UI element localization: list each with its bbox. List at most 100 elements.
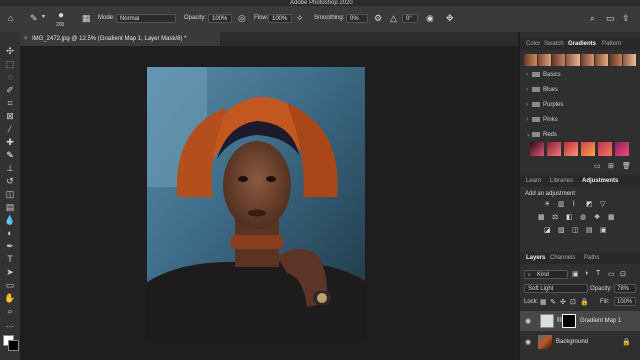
threshold-icon[interactable]: ◫ — [572, 226, 579, 234]
filter-adjustment-icon[interactable]: ◑ — [584, 270, 588, 277]
flow-field[interactable]: 100% — [268, 14, 292, 23]
color-lookup-icon[interactable]: ▦ — [608, 213, 615, 221]
tab-swatch[interactable]: Swatch — [544, 38, 564, 50]
blur-tool-icon[interactable]: 💧 — [4, 215, 16, 225]
home-icon[interactable]: ⌂ — [8, 14, 13, 23]
hue-saturation-icon[interactable]: ▦ — [538, 213, 545, 221]
background-color-swatch[interactable] — [8, 340, 19, 351]
gradient-swatch[interactable] — [581, 142, 595, 156]
selective-color-icon[interactable]: ▣ — [600, 226, 607, 234]
gradient-folder-blues[interactable]: › Blues — [526, 87, 558, 93]
vibrance-icon[interactable]: ▽ — [600, 200, 605, 208]
channel-mixer-icon[interactable]: ❖ — [594, 213, 600, 221]
fill-field[interactable]: 100% — [614, 297, 636, 306]
angle-icon[interactable]: △ — [390, 14, 397, 23]
lock-position-icon[interactable]: ✣ — [560, 298, 566, 306]
gradient-swatch[interactable] — [538, 54, 552, 66]
tab-libraries[interactable]: Libraries — [550, 175, 573, 187]
posterize-icon[interactable]: ▨ — [558, 226, 565, 234]
clone-stamp-tool-icon[interactable]: ⊥ — [4, 163, 16, 173]
gradient-folder-reds[interactable]: ⌄ Reds — [526, 131, 557, 138]
history-brush-tool-icon[interactable]: ↺ — [4, 176, 16, 186]
brush-preset-icon[interactable]: ✎ — [30, 14, 38, 23]
levels-icon[interactable]: ▥ — [558, 200, 565, 208]
opacity-field[interactable]: 100% — [208, 14, 232, 23]
trash-icon[interactable]: 🗑 — [622, 162, 631, 170]
healing-tool-icon[interactable]: ✚ — [4, 137, 16, 147]
quick-select-tool-icon[interactable]: ✐ — [4, 85, 16, 95]
gradient-swatch[interactable] — [615, 142, 629, 156]
pressure-opacity-icon[interactable]: ◎ — [238, 14, 246, 23]
gradient-swatch[interactable] — [552, 54, 566, 66]
tab-pattern[interactable]: Pattern — [602, 38, 621, 50]
brightness-contrast-icon[interactable]: ☀ — [544, 200, 550, 208]
layer-row-gradient-map[interactable]: ◉ ⛓ Gradient Map 1 — [520, 311, 640, 331]
lasso-tool-icon[interactable]: ◌ — [4, 72, 16, 82]
workspace-icon[interactable]: ▭ — [606, 14, 615, 23]
gradient-map-icon[interactable]: ▤ — [586, 226, 593, 234]
layer-filter-select[interactable]: ⌕ Kind — [524, 270, 568, 279]
symmetry-icon[interactable]: ✥ — [446, 14, 454, 23]
brush-tip-icon[interactable]: ● — [58, 11, 64, 21]
tab-learn[interactable]: Learn — [526, 175, 541, 187]
eyedropper-tool-icon[interactable]: ⁄ — [4, 124, 16, 134]
filter-shape-icon[interactable]: ▭ — [608, 270, 615, 278]
color-balance-icon[interactable]: ⚖ — [552, 213, 558, 221]
layer-row-background[interactable]: ◉ Background 🔒 — [520, 332, 640, 352]
filter-type-icon[interactable]: T — [596, 270, 600, 277]
layer-opacity-field[interactable]: 78% — [614, 284, 636, 293]
visibility-eye-icon[interactable]: ◉ — [525, 317, 531, 325]
search-icon[interactable]: ⌕ — [590, 14, 595, 23]
gradient-swatch[interactable] — [564, 142, 578, 156]
chevron-down-icon[interactable]: ▾ — [42, 14, 45, 20]
layer-mask-thumbnail[interactable] — [562, 314, 576, 328]
lock-pixels-icon[interactable]: ✎ — [550, 298, 556, 306]
marquee-tool-icon[interactable]: ⬚ — [4, 59, 16, 69]
angle-field[interactable]: 0° — [402, 14, 418, 23]
brush-tool-icon[interactable]: ✎ — [4, 150, 16, 160]
gradient-tool-icon[interactable]: ▤ — [4, 202, 16, 212]
zoom-tool-icon[interactable]: ⌕ — [4, 306, 16, 316]
visibility-eye-icon[interactable]: ◉ — [525, 338, 531, 346]
gradient-swatch[interactable] — [622, 54, 636, 66]
filter-pixel-icon[interactable]: ▣ — [572, 270, 579, 278]
filter-smart-icon[interactable]: ⊡ — [620, 270, 626, 278]
gradient-swatch[interactable] — [547, 142, 561, 156]
tab-adjustments[interactable]: Adjustments — [582, 175, 618, 187]
tab-gradients[interactable]: Gradients — [568, 38, 596, 50]
move-tool-icon[interactable]: ✣ — [4, 46, 16, 56]
black-white-icon[interactable]: ◧ — [566, 213, 573, 221]
document-image[interactable] — [147, 67, 365, 340]
path-select-tool-icon[interactable]: ➤ — [4, 267, 16, 277]
invert-icon[interactable]: ◪ — [544, 226, 551, 234]
smoothing-field[interactable]: 0% — [346, 14, 368, 23]
gradient-folder-purples[interactable]: › Purples — [526, 102, 563, 108]
photo-filter-icon[interactable]: ◍ — [580, 213, 586, 221]
more-tools-icon[interactable]: … — [4, 319, 16, 329]
curves-icon[interactable]: ⌇ — [572, 200, 575, 208]
close-tab-icon[interactable]: × — [24, 32, 28, 46]
crop-tool-icon[interactable]: ⌗ — [4, 98, 16, 108]
lock-all-icon[interactable]: 🔒 — [580, 298, 589, 306]
gradient-swatch[interactable] — [608, 54, 622, 66]
smoothing-settings-icon[interactable]: ⚙ — [374, 14, 382, 23]
type-tool-icon[interactable]: T — [4, 254, 16, 264]
gradient-swatch[interactable] — [524, 54, 538, 66]
gradient-folder-basics[interactable]: › Basics — [526, 72, 561, 78]
lock-artboard-icon[interactable]: ⊡ — [570, 298, 576, 306]
layer-name[interactable]: Background — [556, 339, 588, 345]
gradient-swatch[interactable] — [594, 54, 608, 66]
exposure-icon[interactable]: ◩ — [586, 200, 593, 208]
rectangle-tool-icon[interactable]: ▭ — [4, 280, 16, 290]
new-gradient-icon[interactable]: ⊞ — [608, 162, 614, 170]
dodge-tool-icon[interactable]: ◐ — [4, 228, 16, 238]
frame-tool-icon[interactable]: ⊠ — [4, 111, 16, 121]
mode-select[interactable]: Normal — [116, 14, 176, 23]
tab-channels[interactable]: Channels — [550, 252, 575, 264]
tab-color[interactable]: Color — [526, 38, 540, 50]
lock-transparency-icon[interactable]: ▦ — [540, 298, 547, 306]
airbrush-icon[interactable]: ✧ — [296, 14, 304, 23]
eraser-tool-icon[interactable]: ◫ — [4, 189, 16, 199]
tab-paths[interactable]: Paths — [584, 252, 599, 264]
pressure-size-icon[interactable]: ◉ — [426, 14, 434, 23]
